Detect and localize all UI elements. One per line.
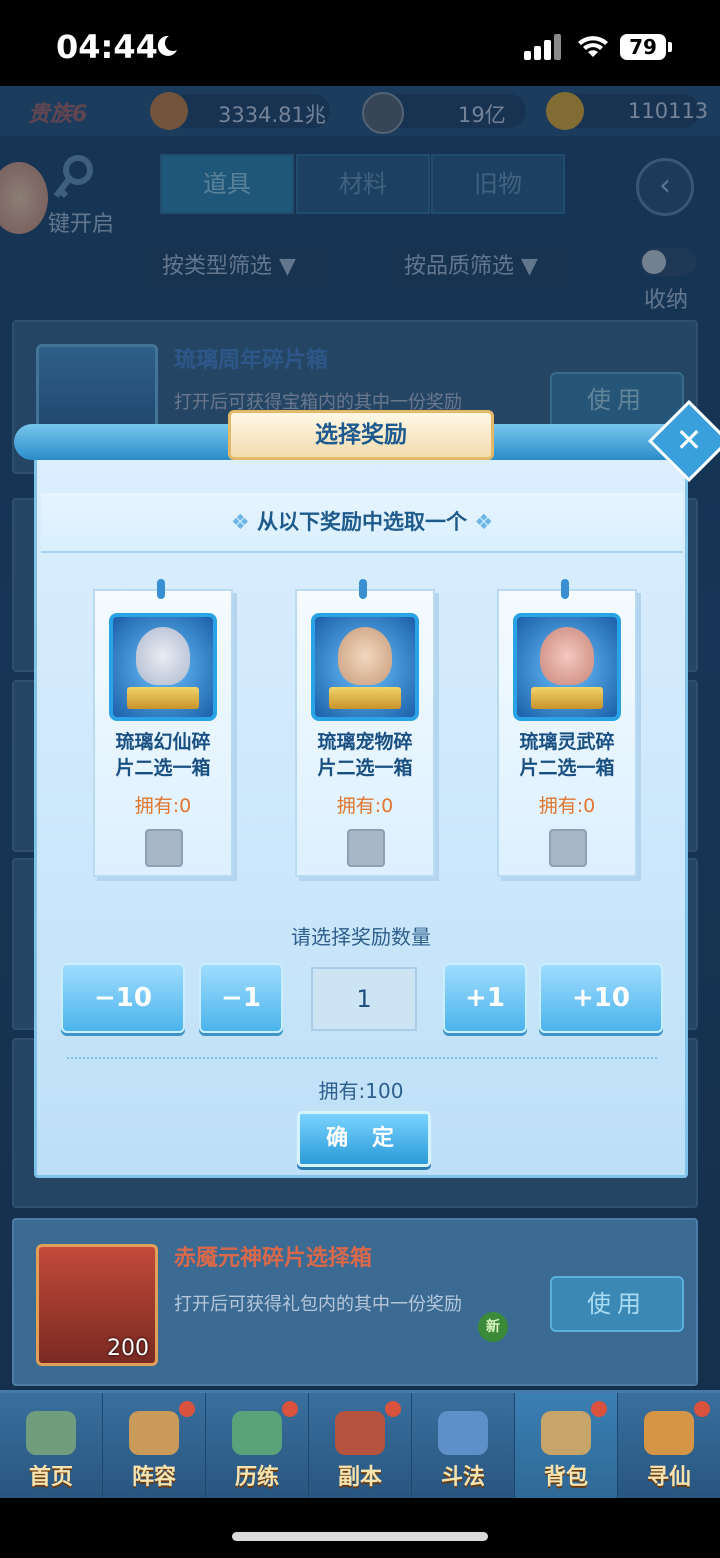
minus-10-button[interactable]: −10 [61, 963, 185, 1033]
nav-training[interactable]: 历练 [206, 1393, 310, 1498]
notification-dot [385, 1401, 401, 1417]
reward-name-line1: 琉璃幻仙碎 [115, 731, 211, 753]
diamond-icon: ❖ [230, 510, 257, 534]
item-card: 200 赤魇元神碎片选择箱 打开后可获得礼包内的其中一份奖励 使用 [12, 1218, 698, 1386]
reward-name-line2: 片二选一箱 [519, 757, 615, 779]
diamond-icon: ❖ [474, 510, 494, 534]
home-icon [26, 1411, 76, 1455]
nav-label: 历练 [234, 1465, 279, 1490]
modal-title: 选择奖励 [228, 410, 494, 460]
nav-home[interactable]: 首页 [0, 1393, 104, 1498]
portrait-icon [540, 627, 594, 685]
reward-name-line1: 琉璃宠物碎 [317, 731, 413, 753]
quantity-input[interactable]: 1 [311, 967, 417, 1031]
nav-lineup[interactable]: 阵容 [103, 1393, 207, 1498]
status-bar: 04:44 79 [0, 0, 720, 86]
home-indicator[interactable] [232, 1532, 488, 1541]
status-time: 04:44 [56, 28, 158, 66]
modal-subtitle: ❖ 从以下奖励中选取一个 ❖ [41, 493, 683, 553]
close-icon[interactable]: ✕ [660, 412, 718, 470]
pin-icon [359, 579, 367, 599]
reward-owned: 拥有:0 [134, 795, 192, 817]
nav-dungeon[interactable]: 副本 [309, 1393, 413, 1498]
signal-icon [524, 34, 561, 60]
chest-icon [531, 687, 603, 709]
item-count: 200 [107, 1336, 149, 1361]
nav-bag[interactable]: 背包 [515, 1393, 619, 1498]
moon-icon [157, 35, 177, 56]
chest-icon [127, 687, 199, 709]
use-button[interactable]: 使用 [550, 1276, 684, 1332]
wifi-icon [578, 36, 608, 57]
quantity-label: 请选择奖励数量 [291, 925, 431, 949]
confirm-button[interactable]: 确 定 [297, 1111, 431, 1167]
gate-icon [335, 1411, 385, 1455]
reward-name-line1: 琉璃灵武碎 [519, 731, 615, 753]
divider [67, 1057, 657, 1059]
gourd-icon [232, 1411, 282, 1455]
bag-icon [541, 1411, 591, 1455]
reward-image [513, 613, 621, 721]
cards-icon [129, 1411, 179, 1455]
reward-checkbox[interactable] [549, 829, 587, 867]
sword-icon [438, 1411, 488, 1455]
reward-name-line2: 片二选一箱 [317, 757, 413, 779]
nav-seek[interactable]: 寻仙 [618, 1393, 720, 1498]
nav-battle[interactable]: 斗法 [412, 1393, 516, 1498]
nav-label: 副本 [337, 1465, 382, 1490]
reward-checkbox[interactable] [145, 829, 183, 867]
minus-1-button[interactable]: −1 [199, 963, 283, 1033]
nav-label: 寻仙 [646, 1465, 691, 1490]
nav-label: 阵容 [131, 1465, 176, 1490]
battery-nub [668, 42, 672, 52]
notification-dot [179, 1401, 195, 1417]
battery-indicator: 79 [620, 34, 666, 60]
reward-owned: 拥有:0 [538, 795, 596, 817]
reward-checkbox[interactable] [347, 829, 385, 867]
plus-10-button[interactable]: +10 [539, 963, 663, 1033]
pin-icon [157, 579, 165, 599]
owned-total: 拥有:100 [318, 1079, 404, 1103]
scroll-icon [644, 1411, 694, 1455]
reward-image [109, 613, 217, 721]
chest-icon [329, 687, 401, 709]
reward-image [311, 613, 419, 721]
portrait-icon [338, 627, 392, 685]
item-desc: 打开后可获得礼包内的其中一份奖励 [174, 1294, 462, 1315]
nav-label: 背包 [543, 1465, 588, 1490]
item-image: 200 [36, 1244, 158, 1366]
bottom-nav: 首页 阵容 历练 副本 斗法 背包 寻仙 [0, 1390, 720, 1498]
reward-option-1[interactable]: 琉璃幻仙碎 片二选一箱 拥有:0 [93, 579, 233, 877]
nav-label: 首页 [28, 1465, 73, 1490]
select-reward-modal: ❖ 从以下奖励中选取一个 ❖ 琉璃幻仙碎 片二选一箱 拥有:0 琉璃宠物碎 片二 [14, 399, 720, 1178]
nav-label: 斗法 [440, 1465, 485, 1490]
portrait-icon [136, 627, 190, 685]
reward-name-line2: 片二选一箱 [115, 757, 211, 779]
reward-owned: 拥有:0 [336, 795, 394, 817]
new-badge: 新 [478, 1312, 508, 1342]
notification-dot [694, 1401, 710, 1417]
pin-icon [561, 579, 569, 599]
plus-1-button[interactable]: +1 [443, 963, 527, 1033]
modal-body: ❖ 从以下奖励中选取一个 ❖ 琉璃幻仙碎 片二选一箱 拥有:0 琉璃宠物碎 片二 [34, 446, 688, 1178]
notification-dot [591, 1401, 607, 1417]
reward-option-2[interactable]: 琉璃宠物碎 片二选一箱 拥有:0 [295, 579, 435, 877]
reward-option-3[interactable]: 琉璃灵武碎 片二选一箱 拥有:0 [497, 579, 637, 877]
modal-subtitle-text: 从以下奖励中选取一个 [257, 510, 467, 534]
notification-dot [282, 1401, 298, 1417]
item-title: 赤魇元神碎片选择箱 [174, 1246, 373, 1271]
